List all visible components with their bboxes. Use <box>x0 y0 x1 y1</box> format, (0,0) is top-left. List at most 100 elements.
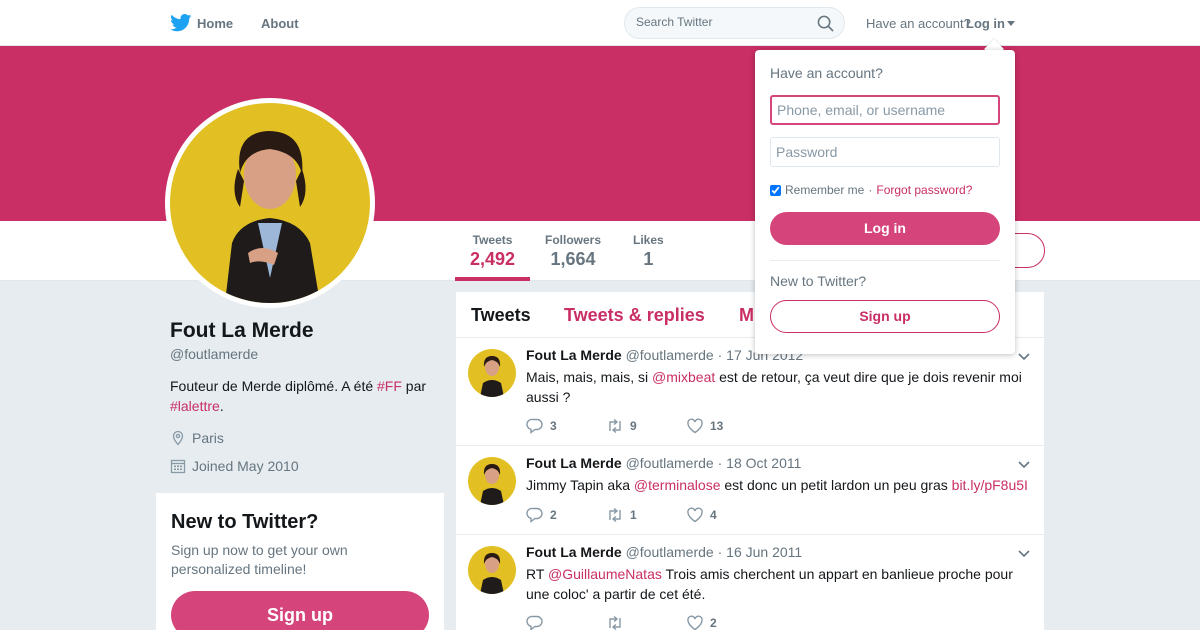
location-pin-icon <box>172 430 184 446</box>
nav-home-link[interactable]: Home <box>197 16 233 31</box>
search-icon[interactable] <box>817 15 834 32</box>
tweet-mention-link[interactable]: @terminalose <box>634 477 721 493</box>
card-text: Sign up now to get your own personalized… <box>171 542 348 577</box>
heart-icon <box>687 418 703 434</box>
tweet-text: Mais, mais, mais, si @mixbeat est de ret… <box>526 367 1031 407</box>
stat-label: Likes <box>633 233 664 247</box>
caret-down-icon[interactable] <box>1007 21 1015 26</box>
stat-label: Followers <box>545 233 602 247</box>
profile-handle[interactable]: @foutlamerde <box>170 346 258 362</box>
profile-avatar[interactable] <box>165 98 375 308</box>
separator-dot: · <box>868 183 873 197</box>
top-nav: Home About Have an account? Log in <box>0 0 1200 46</box>
retweet-icon <box>609 418 621 434</box>
like-action[interactable]: 4 <box>686 506 766 524</box>
reply-action[interactable] <box>526 614 606 630</box>
card-title: New to Twitter? <box>171 511 319 533</box>
new-to-twitter-text: New to Twitter? <box>770 273 867 289</box>
stat-value: 2,492 <box>470 249 516 269</box>
tweet-author-handle[interactable]: @foutlamerde <box>626 347 714 363</box>
retweet-action[interactable]: 9 <box>606 417 686 435</box>
chevron-down-icon[interactable] <box>1018 461 1030 469</box>
bio-hashtag-link[interactable]: #lalettre <box>170 398 220 414</box>
like-action[interactable]: 13 <box>686 417 766 435</box>
remember-row: Remember me · Forgot password? <box>770 183 972 197</box>
retweet-action[interactable] <box>606 614 686 630</box>
sign-up-button[interactable]: Sign up <box>171 591 429 630</box>
tweet-author-handle[interactable]: @foutlamerde <box>626 544 714 560</box>
stat-tweets[interactable]: Tweets 2,492 <box>470 233 515 270</box>
tweet-text-part: est donc un petit lardon un peu gras <box>720 477 952 493</box>
bio-text: . <box>219 398 224 414</box>
tweet-mention-link[interactable]: @GuillaumeNatas <box>548 566 662 582</box>
tweet-actions: 2 1 4 <box>526 506 766 524</box>
reply-action[interactable]: 2 <box>526 506 606 524</box>
chevron-down-icon[interactable] <box>1018 353 1030 361</box>
tweet-actions: 3 9 13 <box>526 417 766 435</box>
dropdown-title: Have an account? <box>770 65 883 81</box>
retweet-icon <box>609 507 621 523</box>
tweet-author-name[interactable]: Fout La Merde <box>526 455 622 471</box>
tweet-text-part: RT <box>526 566 549 582</box>
tweet-author-name[interactable]: Fout La Merde <box>526 347 622 363</box>
tweet-item[interactable]: Fout La Merde @foutlamerde · 18 Oct 2011… <box>456 446 1044 535</box>
tweet-item[interactable]: Fout La Merde @foutlamerde · 16 Jun 2011… <box>456 535 1044 630</box>
tweet-avatar[interactable] <box>468 546 516 594</box>
retweet-count: 1 <box>630 508 637 522</box>
tweet-avatar[interactable] <box>468 349 516 397</box>
forgot-password-link[interactable]: Forgot password? <box>876 183 972 197</box>
tweet-date[interactable]: · 16 Jun 2011 <box>718 544 803 560</box>
reply-count: 3 <box>550 419 557 433</box>
active-stat-underline <box>455 277 530 281</box>
login-dropdown-toggle[interactable]: Log in <box>966 16 1005 31</box>
profile-bio: Fouteur de Merde diplômé. A été #FF par … <box>170 376 440 416</box>
password-field[interactable] <box>770 137 1000 167</box>
have-account-text: Have an account? <box>866 16 971 31</box>
dropdown-sign-up-button[interactable]: Sign up <box>770 300 1000 333</box>
stat-value: 1 <box>643 249 654 269</box>
tweet-header: Fout La Merde @foutlamerde · 18 Oct 2011 <box>526 455 801 471</box>
stat-followers[interactable]: Followers 1,664 <box>545 233 601 270</box>
twitter-bird-icon[interactable] <box>170 14 192 32</box>
login-dropdown: Have an account? Remember me · Forgot pa… <box>755 50 1015 354</box>
nav-about-link[interactable]: About <box>261 16 299 31</box>
bio-hashtag-link[interactable]: #FF <box>377 378 402 394</box>
tweet-avatar[interactable] <box>468 457 516 505</box>
username-field[interactable] <box>770 95 1000 125</box>
tweet-text: RT @GuillaumeNatas Trois amis cherchent … <box>526 564 1031 604</box>
retweet-icon <box>609 615 621 630</box>
new-to-twitter-card: New to Twitter? Sign up now to get your … <box>156 493 444 630</box>
bio-text: par <box>401 378 427 394</box>
tweet-mention-link[interactable]: @mixbeat <box>652 369 715 385</box>
tweet-item[interactable]: Fout La Merde @foutlamerde · 17 Jun 2012… <box>456 338 1044 446</box>
stat-likes[interactable]: Likes 1 <box>633 233 664 270</box>
chevron-down-icon[interactable] <box>1018 550 1030 558</box>
like-action[interactable]: 2 <box>686 614 766 630</box>
like-count: 2 <box>710 616 717 630</box>
joined-text: Joined May 2010 <box>192 458 299 474</box>
location-text: Paris <box>192 430 224 446</box>
tweet-author-handle[interactable]: @foutlamerde <box>626 455 714 471</box>
bio-text: Fouteur de Merde diplômé. A été <box>170 378 378 394</box>
remember-me-checkbox[interactable] <box>770 184 781 196</box>
tweet-text: Jimmy Tapin aka @terminalose est donc un… <box>526 475 1031 495</box>
tweet-author-name[interactable]: Fout La Merde <box>526 544 622 560</box>
reply-count: 2 <box>550 508 557 522</box>
heart-icon <box>687 615 703 630</box>
tweet-date[interactable]: · 18 Oct 2011 <box>718 455 802 471</box>
retweet-action[interactable]: 1 <box>606 506 686 524</box>
tweet-url-link[interactable]: bit.ly/pF8u5I <box>952 477 1028 493</box>
divider <box>770 260 1000 261</box>
tab-tweets[interactable]: Tweets <box>471 305 531 326</box>
search-input[interactable] <box>636 15 811 29</box>
login-button[interactable]: Log in <box>770 212 1000 245</box>
stat-label: Tweets <box>472 233 513 247</box>
profile-joined: Joined May 2010 <box>170 458 299 474</box>
remember-me-label[interactable]: Remember me <box>785 183 864 197</box>
tab-tweets-replies[interactable]: Tweets & replies <box>564 305 705 326</box>
tweet-text-part: Mais, mais, mais, si <box>526 369 653 385</box>
tab-media[interactable]: M <box>739 305 754 326</box>
avatar-image <box>170 103 370 303</box>
reply-action[interactable]: 3 <box>526 417 606 435</box>
stat-value: 1,664 <box>550 249 596 269</box>
